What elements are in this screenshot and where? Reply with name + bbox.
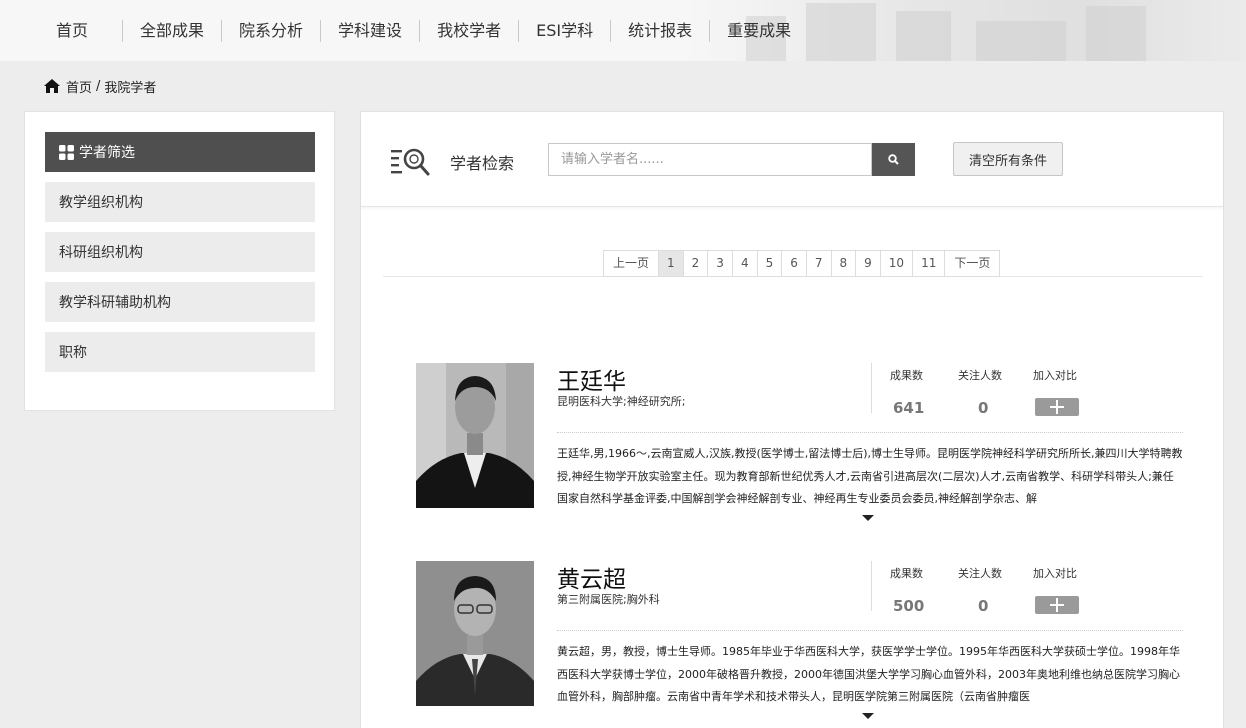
results-count-label: 成果数 — [890, 369, 923, 382]
filter-item-support-org[interactable]: 教学科研辅助机构 — [45, 282, 315, 322]
nav-item-statistics[interactable]: 统计报表 — [611, 19, 711, 42]
page-11-button[interactable]: 11 — [913, 251, 946, 276]
scholar-search-input[interactable] — [548, 143, 872, 176]
compare-label: 加入对比 — [1033, 567, 1077, 580]
scholar-search-icon — [391, 148, 430, 176]
scholar-affiliation: 昆明医科大学;神经研究所; — [557, 395, 686, 408]
page-7-button[interactable]: 7 — [807, 251, 832, 276]
filter-item-label: 教学科研辅助机构 — [59, 295, 171, 311]
page-1-button[interactable]: 1 — [659, 251, 684, 276]
followers-count: 0 — [978, 399, 989, 417]
followers-count-label: 关注人数 — [958, 369, 1002, 382]
scholar-name-link[interactable]: 王廷华 — [557, 362, 626, 396]
stats-divider — [871, 561, 872, 611]
scholar-name-link[interactable]: 黄云超 — [557, 560, 626, 594]
add-to-compare-button[interactable] — [1035, 596, 1079, 614]
scholar-bio: 王廷华,男,1966～,云南宣威人,汉族,教授(医学博士,留法博士后),博士生导… — [557, 447, 1183, 505]
followers-count-label: 关注人数 — [958, 567, 1002, 580]
scholar-card: 王廷华 昆明医科大学;神经研究所; 成果数 关注人数 加入对比 641 0 王廷… — [416, 363, 1186, 528]
main-panel: 学者检索 清空所有条件 上一页 1 2 3 4 5 6 7 8 9 10 11 … — [360, 111, 1224, 728]
breadcrumb-current: 我院学者 — [104, 80, 157, 96]
compare-label: 加入对比 — [1033, 369, 1077, 382]
search-icon — [888, 154, 899, 165]
scholar-card: 黄云超 第三附属医院;胸外科 成果数 关注人数 加入对比 500 0 黄云超，男… — [416, 561, 1186, 726]
filter-header: 学者筛选 — [45, 132, 315, 172]
grid-icon — [59, 144, 74, 160]
filter-item-teaching-org[interactable]: 教学组织机构 — [45, 182, 315, 222]
nav-menu: 首页 全部成果 院系分析 学科建设 我校学者 ESI学科 统计报表 重要成果 — [22, 0, 808, 61]
page-2-button[interactable]: 2 — [684, 251, 709, 276]
scholar-photo[interactable] — [416, 363, 534, 508]
search-label: 学者检索 — [450, 154, 515, 173]
filter-sidebar: 学者筛选 教学组织机构 科研组织机构 教学科研辅助机构 职称 — [24, 111, 335, 411]
page-10-button[interactable]: 10 — [881, 251, 914, 276]
clear-all-button[interactable]: 清空所有条件 — [953, 142, 1063, 176]
followers-count: 0 — [978, 597, 989, 615]
search-button[interactable] — [872, 143, 915, 176]
results-count-label: 成果数 — [890, 567, 923, 580]
breadcrumb-separator: / — [96, 78, 101, 94]
page-4-button[interactable]: 4 — [733, 251, 758, 276]
page-8-button[interactable]: 8 — [832, 251, 857, 276]
filter-item-title[interactable]: 职称 — [45, 332, 315, 372]
nav-item-key-results[interactable]: 重要成果 — [710, 20, 808, 42]
card-divider — [557, 432, 1183, 433]
scholar-photo[interactable] — [416, 561, 534, 706]
nav-item-home[interactable]: 首页 — [22, 19, 124, 42]
nav-item-department-analysis[interactable]: 院系分析 — [222, 19, 322, 42]
results-count[interactable]: 641 — [893, 399, 924, 417]
filter-item-label: 科研组织机构 — [59, 245, 143, 261]
search-bar: 学者检索 清空所有条件 — [361, 112, 1223, 207]
scholar-affiliation: 第三附属医院;胸外科 — [557, 593, 660, 606]
top-navigation: 首页 全部成果 院系分析 学科建设 我校学者 ESI学科 统计报表 重要成果 — [0, 0, 1246, 61]
add-to-compare-button[interactable] — [1035, 398, 1079, 416]
prev-page-button[interactable]: 上一页 — [604, 251, 660, 276]
nav-item-esi[interactable]: ESI学科 — [519, 19, 612, 42]
expand-bio-icon[interactable] — [862, 713, 874, 719]
plus-icon — [1050, 598, 1064, 612]
page-5-button[interactable]: 5 — [758, 251, 783, 276]
filter-item-label: 教学组织机构 — [59, 195, 143, 211]
card-divider — [557, 630, 1183, 631]
nav-item-scholars[interactable]: 我校学者 — [420, 19, 520, 42]
stats-divider — [871, 363, 872, 413]
nav-item-discipline-building[interactable]: 学科建设 — [321, 19, 421, 42]
plus-icon — [1050, 400, 1064, 414]
page-3-button[interactable]: 3 — [708, 251, 733, 276]
filter-item-research-org[interactable]: 科研组织机构 — [45, 232, 315, 272]
page-6-button[interactable]: 6 — [782, 251, 807, 276]
breadcrumb: 首页 / 我院学者 — [44, 77, 157, 96]
scholar-bio: 黄云超，男，教授，博士生导师。1985年毕业于华西医科大学，获医学学士学位。19… — [557, 645, 1180, 703]
breadcrumb-home-link[interactable]: 首页 — [66, 77, 92, 96]
results-count[interactable]: 500 — [893, 597, 924, 615]
nav-item-all-results[interactable]: 全部成果 — [123, 19, 223, 42]
pagination: 上一页 1 2 3 4 5 6 7 8 9 10 11 下一页 — [603, 250, 1001, 277]
home-icon — [44, 79, 60, 93]
filter-item-label: 职称 — [59, 345, 87, 361]
next-page-button[interactable]: 下一页 — [945, 251, 999, 276]
expand-bio-icon[interactable] — [862, 515, 874, 521]
filter-header-label: 学者筛选 — [79, 145, 135, 161]
page-9-button[interactable]: 9 — [856, 251, 881, 276]
